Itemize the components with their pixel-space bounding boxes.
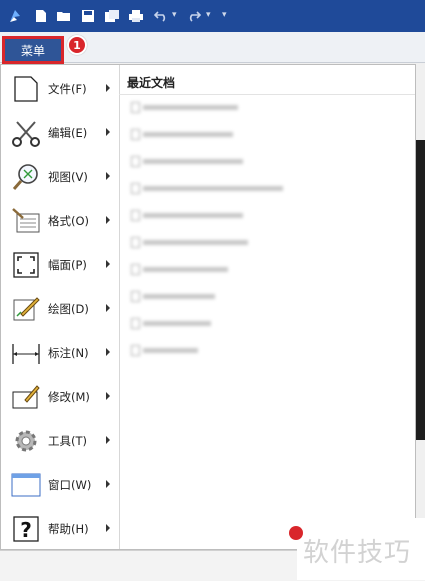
menu-item-page-size[interactable]: 幅面(P) bbox=[1, 245, 119, 285]
window-icon bbox=[11, 470, 41, 500]
menu-item-format[interactable]: 格式(O) bbox=[1, 201, 119, 241]
redo-dropdown-icon[interactable]: ▾ bbox=[206, 10, 211, 20]
menu-list: 文件(F) 编辑(E) 视图(V) 格式(O) 幅面(P) 绘图(D) 标注(N… bbox=[1, 65, 120, 549]
recent-document-item[interactable] bbox=[131, 126, 233, 142]
menu-item-label: 绘图(D) bbox=[48, 302, 89, 316]
undo-dropdown-icon[interactable]: ▾ bbox=[172, 10, 177, 20]
menu-item-label: 幅面(P) bbox=[48, 258, 87, 272]
menu-item-edit[interactable]: 编辑(E) bbox=[1, 113, 119, 153]
dimension-icon bbox=[11, 338, 41, 368]
recent-document-item[interactable] bbox=[131, 180, 283, 196]
quick-access-toolbar: ▾ ▾ ▾ bbox=[0, 0, 425, 32]
step-badge: 1 bbox=[67, 35, 87, 55]
save-as-icon[interactable] bbox=[103, 7, 121, 25]
menu-item-window[interactable]: 窗口(W) bbox=[1, 465, 119, 505]
undo-icon[interactable] bbox=[152, 7, 170, 25]
blank-document-icon bbox=[11, 74, 41, 104]
recent-document-item[interactable] bbox=[131, 261, 228, 277]
app-logo-icon[interactable] bbox=[6, 7, 24, 25]
format-icon bbox=[11, 206, 41, 236]
recent-document-item[interactable] bbox=[131, 234, 248, 250]
menu-item-draw[interactable]: 绘图(D) bbox=[1, 289, 119, 329]
redo-icon[interactable] bbox=[185, 7, 203, 25]
menu-item-label: 文件(F) bbox=[48, 82, 87, 96]
recent-document-item[interactable] bbox=[131, 99, 238, 115]
menu-item-help[interactable]: ? 帮助(H) bbox=[1, 509, 119, 549]
menu-item-label: 格式(O) bbox=[48, 214, 90, 228]
menu-item-view[interactable]: 视图(V) bbox=[1, 157, 119, 197]
menu-item-file[interactable]: 文件(F) bbox=[1, 69, 119, 109]
page-frame-icon bbox=[11, 250, 41, 280]
submenu-arrow-icon bbox=[106, 392, 110, 400]
canvas-edge bbox=[416, 140, 425, 440]
menu-item-label: 工具(T) bbox=[48, 434, 87, 448]
recent-document-item[interactable] bbox=[131, 288, 215, 304]
submenu-arrow-icon bbox=[106, 304, 110, 312]
svg-text:?: ? bbox=[20, 518, 32, 542]
submenu-arrow-icon bbox=[106, 216, 110, 224]
recent-document-item[interactable] bbox=[131, 207, 243, 223]
menu-item-label: 修改(M) bbox=[48, 390, 90, 404]
main-menu-dropdown: 文件(F) 编辑(E) 视图(V) 格式(O) 幅面(P) 绘图(D) 标注(N… bbox=[0, 64, 416, 550]
gear-icon bbox=[11, 426, 41, 456]
menu-item-annotate[interactable]: 标注(N) bbox=[1, 333, 119, 373]
open-folder-icon[interactable] bbox=[55, 7, 73, 25]
watermark-text: 软件技巧 bbox=[303, 538, 412, 568]
submenu-arrow-icon bbox=[106, 128, 110, 136]
watermark: 软件技巧 bbox=[289, 518, 425, 580]
recent-documents-title: 最近文档 bbox=[127, 76, 176, 90]
recent-document-item[interactable] bbox=[131, 315, 211, 331]
submenu-arrow-icon bbox=[106, 480, 110, 488]
menu-item-label: 视图(V) bbox=[48, 170, 88, 184]
divider bbox=[119, 94, 415, 95]
recent-document-item[interactable] bbox=[131, 342, 198, 358]
recent-document-item[interactable] bbox=[131, 153, 243, 169]
submenu-arrow-icon bbox=[106, 172, 110, 180]
menu-item-tools[interactable]: 工具(T) bbox=[1, 421, 119, 461]
scissors-icon bbox=[11, 118, 41, 148]
customize-toolbar-icon[interactable]: ▾ bbox=[222, 10, 227, 20]
menu-item-label: 标注(N) bbox=[48, 346, 89, 360]
save-icon[interactable] bbox=[79, 7, 97, 25]
menu-item-label: 帮助(H) bbox=[48, 522, 89, 536]
modify-icon bbox=[11, 382, 41, 412]
submenu-arrow-icon bbox=[106, 348, 110, 356]
menu-item-label: 编辑(E) bbox=[48, 126, 88, 140]
pencil-draw-icon bbox=[11, 294, 41, 324]
magnifier-icon bbox=[11, 162, 41, 192]
menu-item-modify[interactable]: 修改(M) bbox=[1, 377, 119, 417]
help-icon: ? bbox=[11, 514, 41, 544]
submenu-arrow-icon bbox=[106, 436, 110, 444]
print-icon[interactable] bbox=[127, 7, 145, 25]
new-file-icon[interactable] bbox=[32, 7, 50, 25]
submenu-arrow-icon bbox=[106, 260, 110, 268]
menu-item-label: 窗口(W) bbox=[48, 478, 92, 492]
submenu-arrow-icon bbox=[106, 84, 110, 92]
badge-dot-icon bbox=[289, 526, 303, 540]
menu-button[interactable]: 菜单 bbox=[2, 36, 64, 64]
submenu-arrow-icon bbox=[106, 524, 110, 532]
